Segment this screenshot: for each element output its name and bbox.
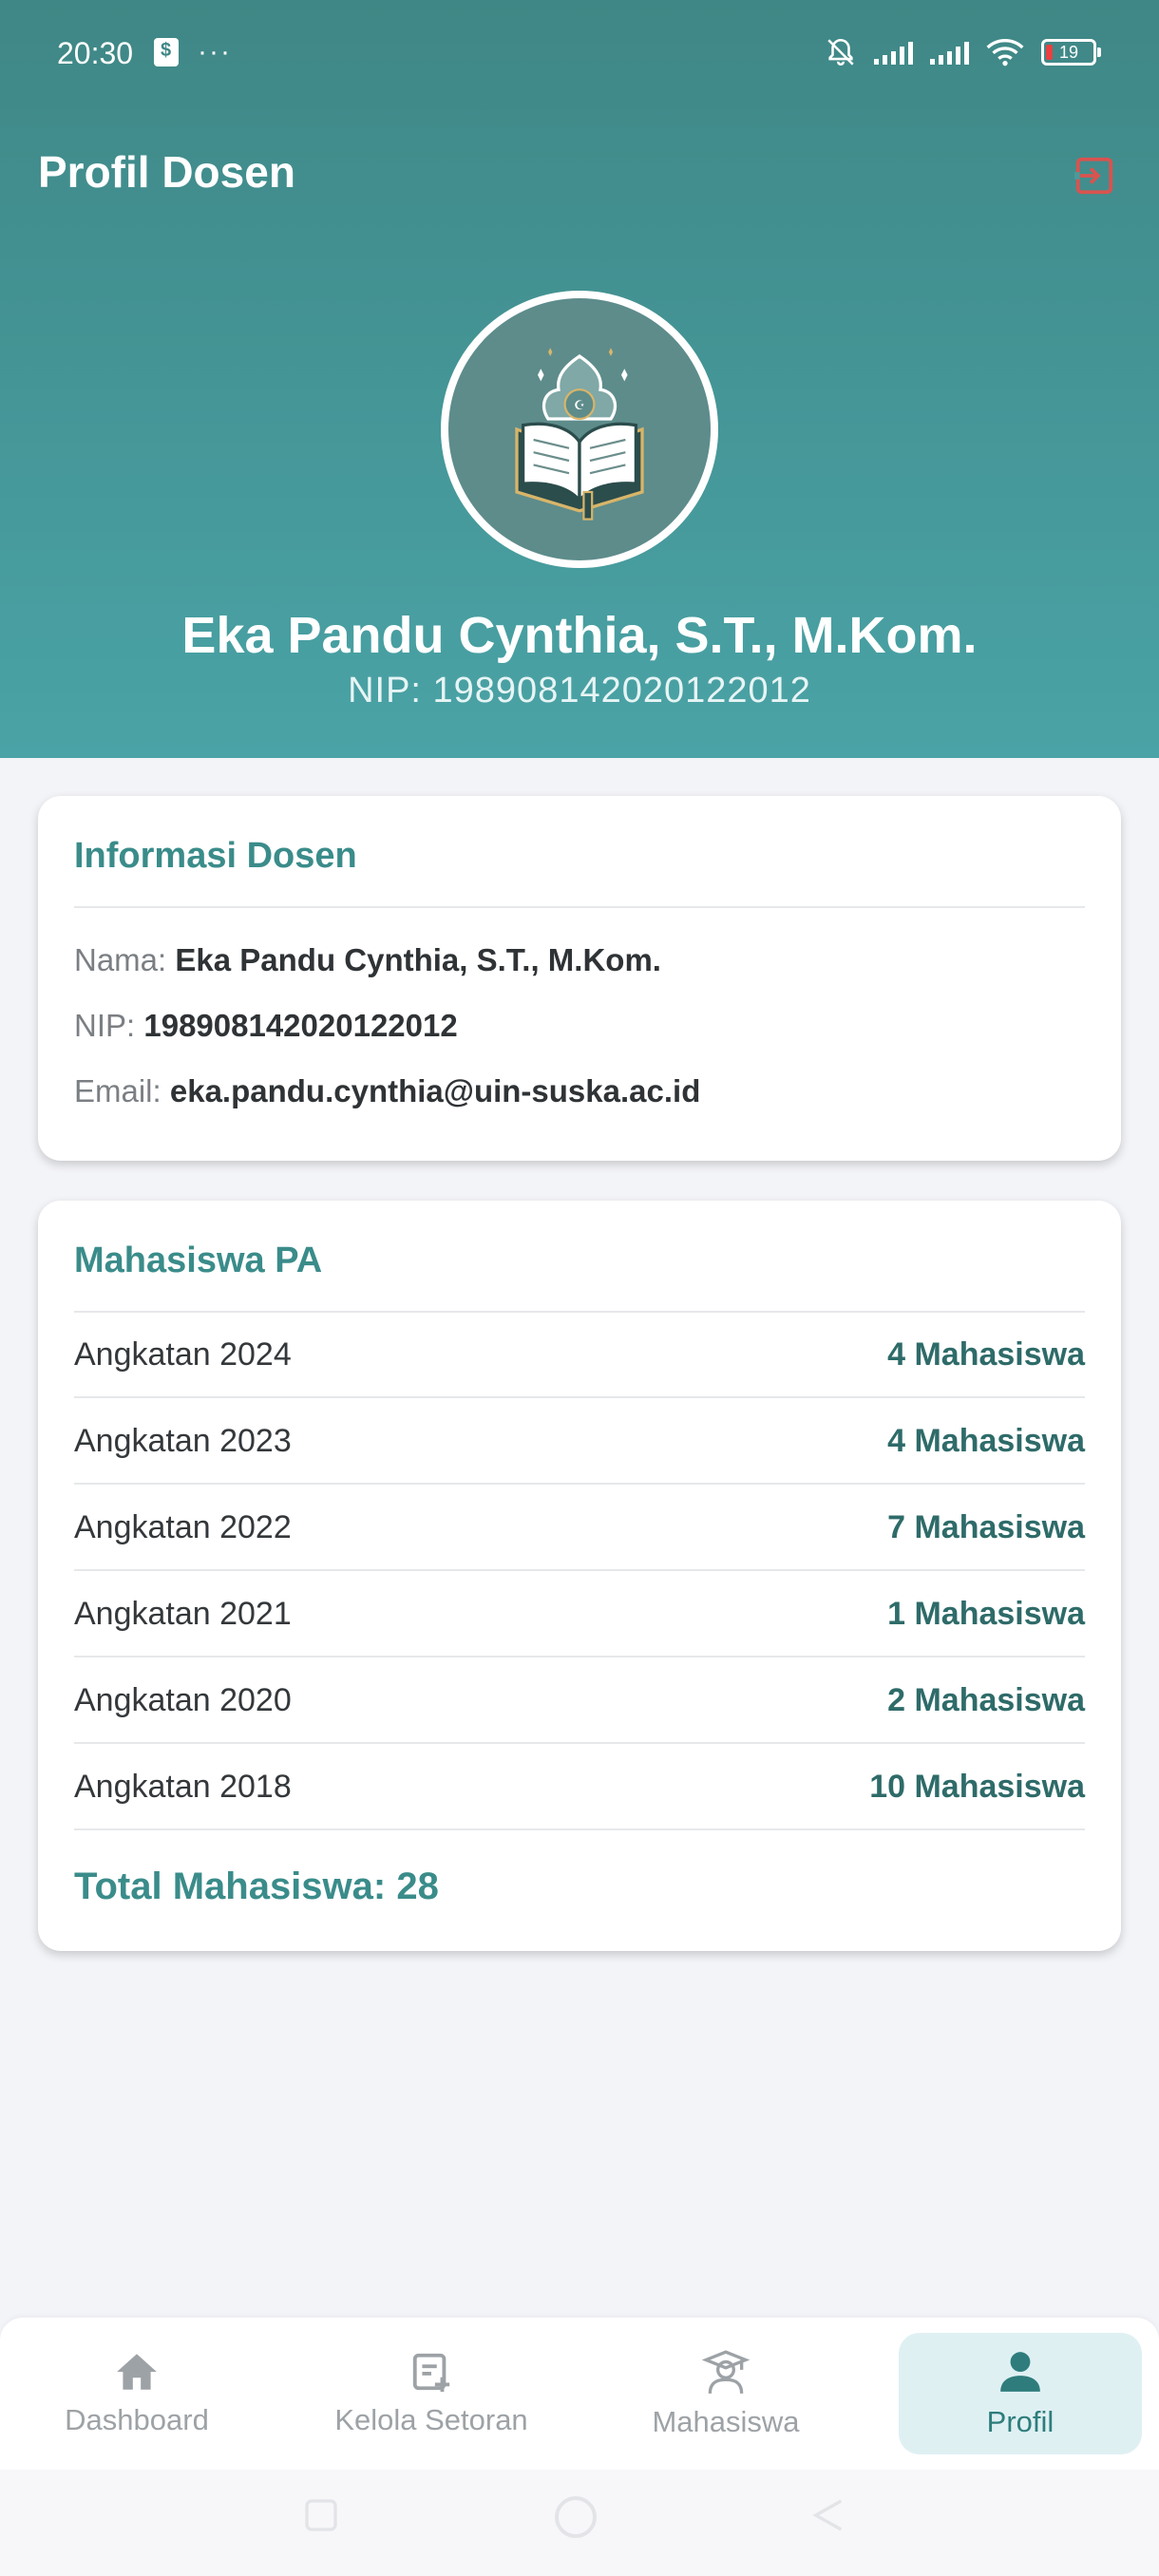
student-icon <box>702 2350 750 2395</box>
info-card-title: Informasi Dosen <box>74 836 357 876</box>
list-item: Angkatan 2018 10 Mahasiswa <box>74 1745 1085 1830</box>
logout-icon[interactable] <box>1072 154 1117 198</box>
list-item: Angkatan 2020 2 Mahasiswa <box>74 1658 1085 1744</box>
home-icon <box>117 2354 157 2390</box>
bell-muted-icon <box>827 38 854 66</box>
pa-card: Mahasiswa PA Angkatan 2024 4 Mahasiswa A… <box>38 1201 1121 1951</box>
info-nip: NIP: 198908142020122012 <box>74 1008 458 1043</box>
avatar: ☪ <box>441 291 718 568</box>
nav-kelola-setoran[interactable]: Kelola Setoran <box>310 2333 553 2454</box>
status-time: 20:30 <box>57 36 134 70</box>
profile-header: 20:30 ··· <box>0 0 1159 758</box>
info-nama: Nama: Eka Pandu Cynthia, S.T., M.Kom. <box>74 942 661 977</box>
nav-mahasiswa[interactable]: Mahasiswa <box>604 2333 847 2454</box>
recent-apps-icon[interactable] <box>302 2496 340 2534</box>
shopping-bag-icon <box>154 38 179 66</box>
signal-icon <box>930 40 969 65</box>
page-title: Profil Dosen <box>38 147 295 197</box>
pa-card-title: Mahasiswa PA <box>74 1241 323 1280</box>
nav-profil[interactable]: Profil <box>899 2333 1142 2454</box>
status-bar: 20:30 ··· <box>0 0 1159 112</box>
nav-dashboard[interactable]: Dashboard <box>15 2333 258 2454</box>
list-item: Angkatan 2021 1 Mahasiswa <box>74 1572 1085 1657</box>
system-nav-bar <box>0 2470 1159 2576</box>
edit-note-icon <box>412 2353 450 2393</box>
list-item: Angkatan 2024 4 Mahasiswa <box>74 1313 1085 1398</box>
back-icon[interactable] <box>809 2496 847 2534</box>
person-icon <box>1000 2352 1040 2392</box>
wifi-icon <box>986 39 1024 66</box>
info-nama-value: Eka Pandu Cynthia, S.T., M.Kom. <box>175 942 661 977</box>
lecturer-name: Eka Pandu Cynthia, S.T., M.Kom. <box>181 607 978 664</box>
total-students: Total Mahasiswa: 28 <box>74 1866 439 1907</box>
svg-text:☪: ☪ <box>574 399 585 413</box>
info-email: Email: eka.pandu.cynthia@uin-suska.ac.id <box>74 1073 701 1108</box>
home-button-icon[interactable] <box>553 2494 598 2540</box>
info-nip-value: 198908142020122012 <box>143 1008 458 1043</box>
info-card: Informasi Dosen Nama: Eka Pandu Cynthia,… <box>38 796 1121 1161</box>
battery-icon: 19 <box>1041 39 1101 66</box>
lecturer-nip: NIP: 198908142020122012 <box>348 671 811 710</box>
profile-screen: 20:30 ··· <box>0 0 1159 2576</box>
divider <box>74 906 1085 908</box>
list-item: Angkatan 2022 7 Mahasiswa <box>74 1486 1085 1571</box>
more-notifications-icon: ··· <box>198 36 232 67</box>
quran-book-logo-icon: ☪ <box>515 348 644 521</box>
bottom-nav: Dashboard Kelola Setoran Mahasiswa Profi… <box>0 2318 1159 2470</box>
signal-icon <box>874 40 913 65</box>
info-email-value: eka.pandu.cynthia@uin-suska.ac.id <box>169 1073 701 1108</box>
list-item: Angkatan 2023 4 Mahasiswa <box>74 1399 1085 1485</box>
